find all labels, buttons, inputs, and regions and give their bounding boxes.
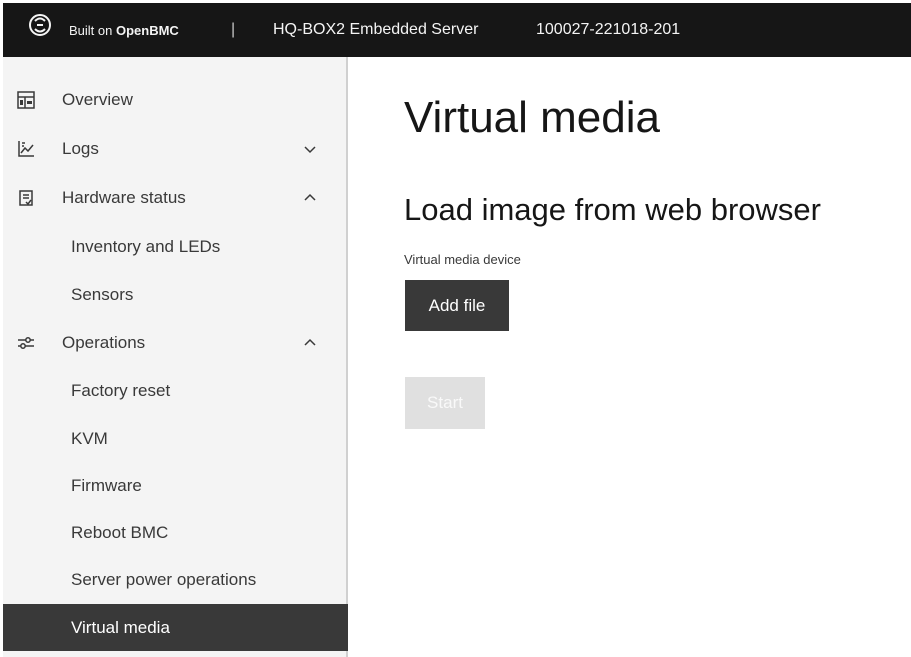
top-header: Built on OpenBMC | HQ-BOX2 Embedded Serv… <box>3 3 911 57</box>
server-id: 100027-221018-201 <box>536 21 681 38</box>
sidebar: Overview Logs Hardware status Inventory … <box>3 57 348 657</box>
sidebar-item-label: KVM <box>71 428 108 448</box>
sidebar-item-label: Server power operations <box>71 569 257 589</box>
sidebar-item-label: Operations <box>62 333 146 352</box>
sidebar-item-label: Reboot BMC <box>71 522 169 542</box>
page-title: Virtual media <box>404 93 660 142</box>
sidebar-item-virtual-media[interactable]: Virtual media <box>3 604 348 651</box>
sidebar-item-label: Sensors <box>71 284 134 304</box>
sidebar-item-label: Logs <box>62 139 99 158</box>
sidebar-item-label: Virtual media <box>71 617 170 637</box>
sidebar-item-label: Inventory and LEDs <box>71 236 221 256</box>
sidebar-item-kvm[interactable]: KVM <box>3 415 348 462</box>
sidebar-item-overview[interactable]: Overview <box>3 76 348 124</box>
openbmc-logo-icon[interactable] <box>27 12 53 38</box>
chevron-down-icon[interactable] <box>303 142 317 156</box>
chevron-up-icon[interactable] <box>303 191 317 205</box>
clipboard-icon <box>19 190 33 206</box>
chart-icon <box>18 141 34 157</box>
sidebar-item-factory-reset[interactable]: Factory reset <box>3 367 348 414</box>
settings-adjust-icon <box>18 337 34 349</box>
sidebar-item-hardware-status[interactable]: Hardware status <box>3 174 348 222</box>
add-file-button[interactable]: Add file <box>405 280 509 331</box>
start-button[interactable]: Start <box>405 377 485 429</box>
main-content: Virtual media Load image from web browse… <box>350 57 911 657</box>
dashboard-icon <box>17 91 35 109</box>
sidebar-item-inventory-and-leds[interactable]: Inventory and LEDs <box>3 223 348 270</box>
built-on-text: Built on OpenBMC <box>69 23 179 38</box>
sidebar-item-logs[interactable]: Logs <box>3 125 348 173</box>
sidebar-item-firmware[interactable]: Firmware <box>3 462 348 509</box>
server-name: HQ-BOX2 Embedded Server <box>273 21 479 38</box>
sidebar-item-label: Firmware <box>71 475 142 495</box>
sidebar-item-operations[interactable]: Operations <box>3 319 348 367</box>
section-title: Load image from web browser <box>404 192 821 227</box>
built-on-brand: OpenBMC <box>115 23 179 38</box>
built-on-prefix: Built on <box>69 23 116 38</box>
header-separator: | <box>231 21 236 38</box>
sidebar-item-server-power-operations[interactable]: Server power operations <box>3 556 348 603</box>
sidebar-item-label: Factory reset <box>71 380 171 400</box>
sidebar-item-label: Hardware status <box>62 188 186 207</box>
sidebar-item-reboot-bmc[interactable]: Reboot BMC <box>3 509 348 556</box>
virtual-media-device-label: Virtual media device <box>404 252 521 267</box>
sidebar-item-sensors[interactable]: Sensors <box>3 271 348 318</box>
sidebar-item-label: Overview <box>62 90 133 109</box>
chevron-up-icon[interactable] <box>303 336 317 350</box>
